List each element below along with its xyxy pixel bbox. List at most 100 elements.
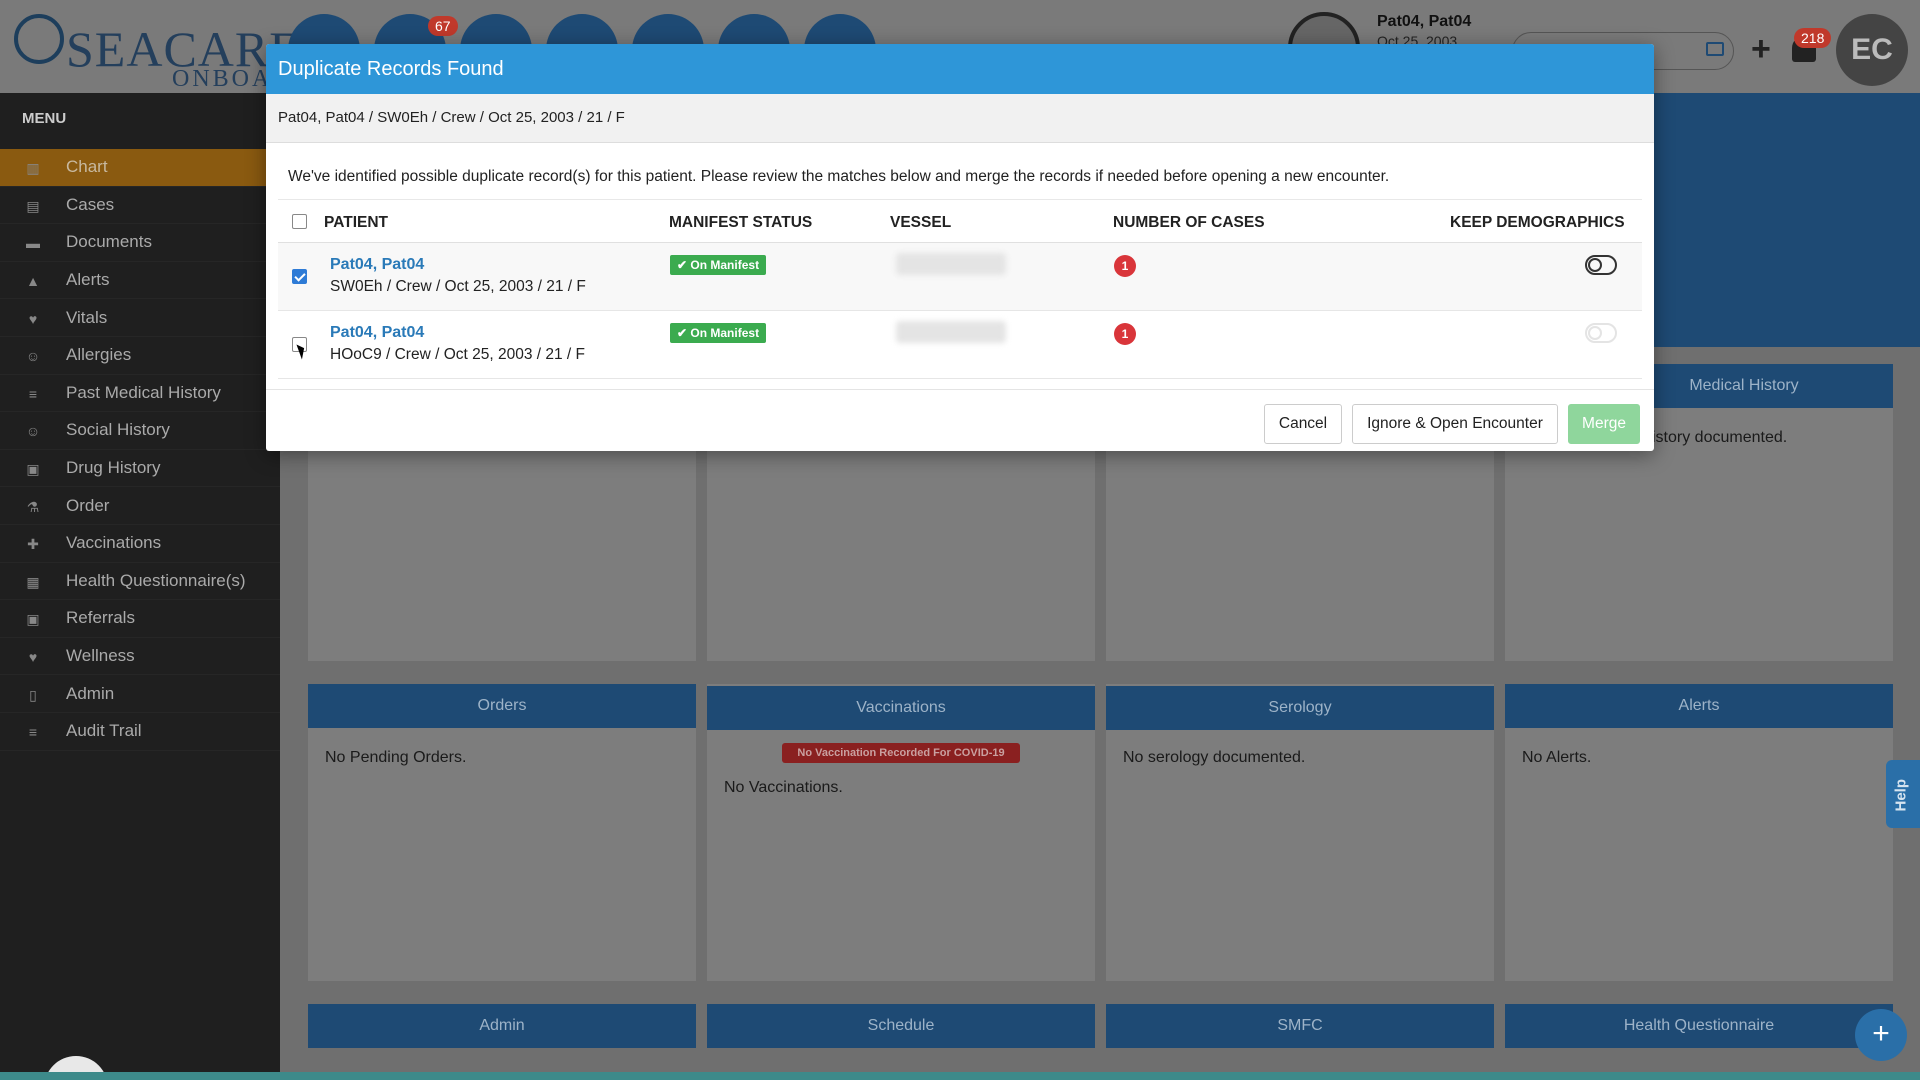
panel-title-vaccinations[interactable]: Vaccinations [707,686,1095,730]
sidebar-item-drug-history[interactable]: ▣ Drug History [0,450,280,488]
sidebar-item-label: Allergies [66,345,132,365]
duplicate-records-modal: Duplicate Records Found Pat04, Pat04 / S… [266,44,1654,451]
sidebar-item-label: Drug History [66,458,161,478]
audit-icon: ≡ [28,724,38,741]
panel-title-schedule[interactable]: Schedule [707,1004,1095,1048]
panel-title-orders[interactable]: Orders [308,684,696,728]
add-fab-button[interactable]: + [1855,1009,1907,1061]
cases-count-badge: 1 [1114,255,1136,277]
patient-link[interactable]: Pat04, Pat04 [330,256,424,274]
warning-icon: ▲ [26,273,40,290]
select-all-checkbox[interactable] [292,214,307,229]
sidebar-item-label: Vitals [66,307,108,327]
table-row: Pat04, Pat04 SW0Eh / Crew / Oct 25, 2003… [278,243,1642,311]
heartbeat-icon: ♥ [28,649,38,666]
panel-bg [1106,451,1494,661]
sidebar-item-order[interactable]: ⚗ Order [0,487,280,525]
manifest-status-badge: ✔ On Manifest [670,323,767,343]
chart-icon: ▥ [26,160,40,177]
bottom-bar [0,1072,1920,1080]
panel-title-serology[interactable]: Serology [1106,686,1494,730]
sidebar-item-cases[interactable]: ▤ Cases [0,187,280,225]
merge-button[interactable]: Merge [1568,404,1640,444]
row-checkbox[interactable] [292,269,307,284]
form-icon: ▦ [26,573,40,590]
sidebar-item-social-history[interactable]: ☺ Social History [0,412,280,450]
menu-list: ▥ Chart ▤ Cases ▬ Documents ▲ Alerts ♥ Vitals ☺ All… [0,149,280,751]
manifest-status-label: On Manifest [690,326,760,340]
sidebar-item-label: Cases [66,194,115,214]
sort-icon: ≡ [28,385,38,402]
file-icon: ▯ [29,686,37,703]
table-row: Pat04, Pat04 HOoC9 / Crew / Oct 25, 2003… [278,311,1642,379]
sidebar-item-vaccinations[interactable]: ✚ Vaccinations [0,525,280,563]
referral-icon: ▣ [26,611,40,628]
covid-status-badge: No Vaccination Recorded For COVID-19 [782,743,1020,763]
trident-icon [14,14,64,64]
help-tab[interactable]: Help [1886,760,1920,828]
panel-title-admin[interactable]: Admin [308,1004,696,1048]
manifest-status-label: On Manifest [690,258,760,272]
menu-title: MENU [22,110,67,127]
modal-title: Duplicate Records Found [266,44,1654,94]
panel-title-alerts[interactable]: Alerts [1505,684,1893,728]
heart-icon: ♥ [28,310,38,327]
folder-icon: ▬ [26,235,40,252]
sidebar-item-vitals[interactable]: ♥ Vitals [0,299,280,337]
table-header: PATIENT MANIFEST STATUS VESSEL NUMBER OF… [278,199,1642,243]
keep-demographics-toggle[interactable] [1585,255,1617,275]
alerts-panel [1505,684,1893,981]
sidebar-item-label: Documents [66,232,152,252]
vessel-redacted [896,253,1006,275]
manifest-status-badge: ✔ On Manifest [670,255,767,275]
sidebar-item-chart[interactable]: ▥ Chart [0,149,280,187]
column-header-patient: PATIENT [324,214,389,231]
panel-title-health-questionnaire[interactable]: Health Questionnaire [1505,1004,1893,1048]
patient-info: SW0Eh / Crew / Oct 25, 2003 / 21 / F [330,278,586,295]
panel-bg [707,451,1095,661]
sidebar-item-alerts[interactable]: ▲ Alerts [0,262,280,300]
panel-text-orders: No Pending Orders. [325,749,467,766]
sidebar-item-label: Past Medical History [66,382,221,402]
keep-demographics-toggle[interactable] [1585,323,1617,343]
panel-text-vaccinations: No Vaccinations. [724,779,843,796]
smile-icon: ☺ [25,423,41,440]
sidebar-item-audit-trail[interactable]: ≡ Audit Trail [0,713,280,751]
sidebar-item-label: Audit Trail [66,721,142,741]
card-icon[interactable] [1706,42,1724,56]
sidebar-item-past-medical-history[interactable]: ≡ Past Medical History [0,375,280,413]
sidebar-item-referrals[interactable]: ▣ Referrals [0,600,280,638]
user-avatar[interactable]: EC [1836,14,1908,86]
modal-message: We've identified possible duplicate reco… [288,168,1390,185]
plus-square-icon: ✚ [27,536,39,553]
sidebar-item-label: Health Questionnaire(s) [66,570,246,590]
column-header-manifest-status: MANIFEST STATUS [669,214,813,231]
cases-count-badge: 1 [1114,323,1136,345]
sidebar-item-wellness[interactable]: ♥ Wellness [0,638,280,676]
patient-link[interactable]: Pat04, Pat04 [330,324,424,342]
panel-title-smfc[interactable]: SMFC [1106,1004,1494,1048]
seacare-logo[interactable]: SEACARE ONBOARD [14,14,309,92]
orders-panel [308,684,696,981]
modal-footer: Cancel Ignore & Open Encounter Merge [266,389,1654,451]
cancel-button[interactable]: Cancel [1264,404,1342,444]
patient-info: HOoC9 / Crew / Oct 25, 2003 / 21 / F [330,346,585,363]
sidebar-item-health-questionnaire-s[interactable]: ▦ Health Questionnaire(s) [0,563,280,601]
patient-name: Pat04, Pat04 [1377,13,1472,30]
modal-subtitle: Pat04, Pat04 / SW0Eh / Crew / Oct 25, 20… [266,94,1654,143]
add-icon[interactable]: + [1751,30,1771,69]
column-header-vessel: VESSEL [890,214,952,231]
sidebar-item-documents[interactable]: ▬ Documents [0,224,280,262]
ignore-open-encounter-button[interactable]: Ignore & Open Encounter [1352,404,1558,444]
panel-text-alerts: No Alerts. [1522,749,1592,766]
sidebar-item-allergies[interactable]: ☺ Allergies [0,337,280,375]
sidebar-item-admin[interactable]: ▯ Admin [0,675,280,713]
panel-bg [308,451,696,661]
notification-badge: 218 [1794,28,1832,48]
duplicates-table: PATIENT MANIFEST STATUS VESSEL NUMBER OF… [278,199,1642,379]
vessel-redacted [896,321,1006,343]
sidebar-item-label: Referrals [66,608,135,628]
nav-messages-badge: 67 [428,16,458,36]
medkit-icon: ▣ [26,461,40,478]
sidebar-item-label: Admin [66,683,115,703]
